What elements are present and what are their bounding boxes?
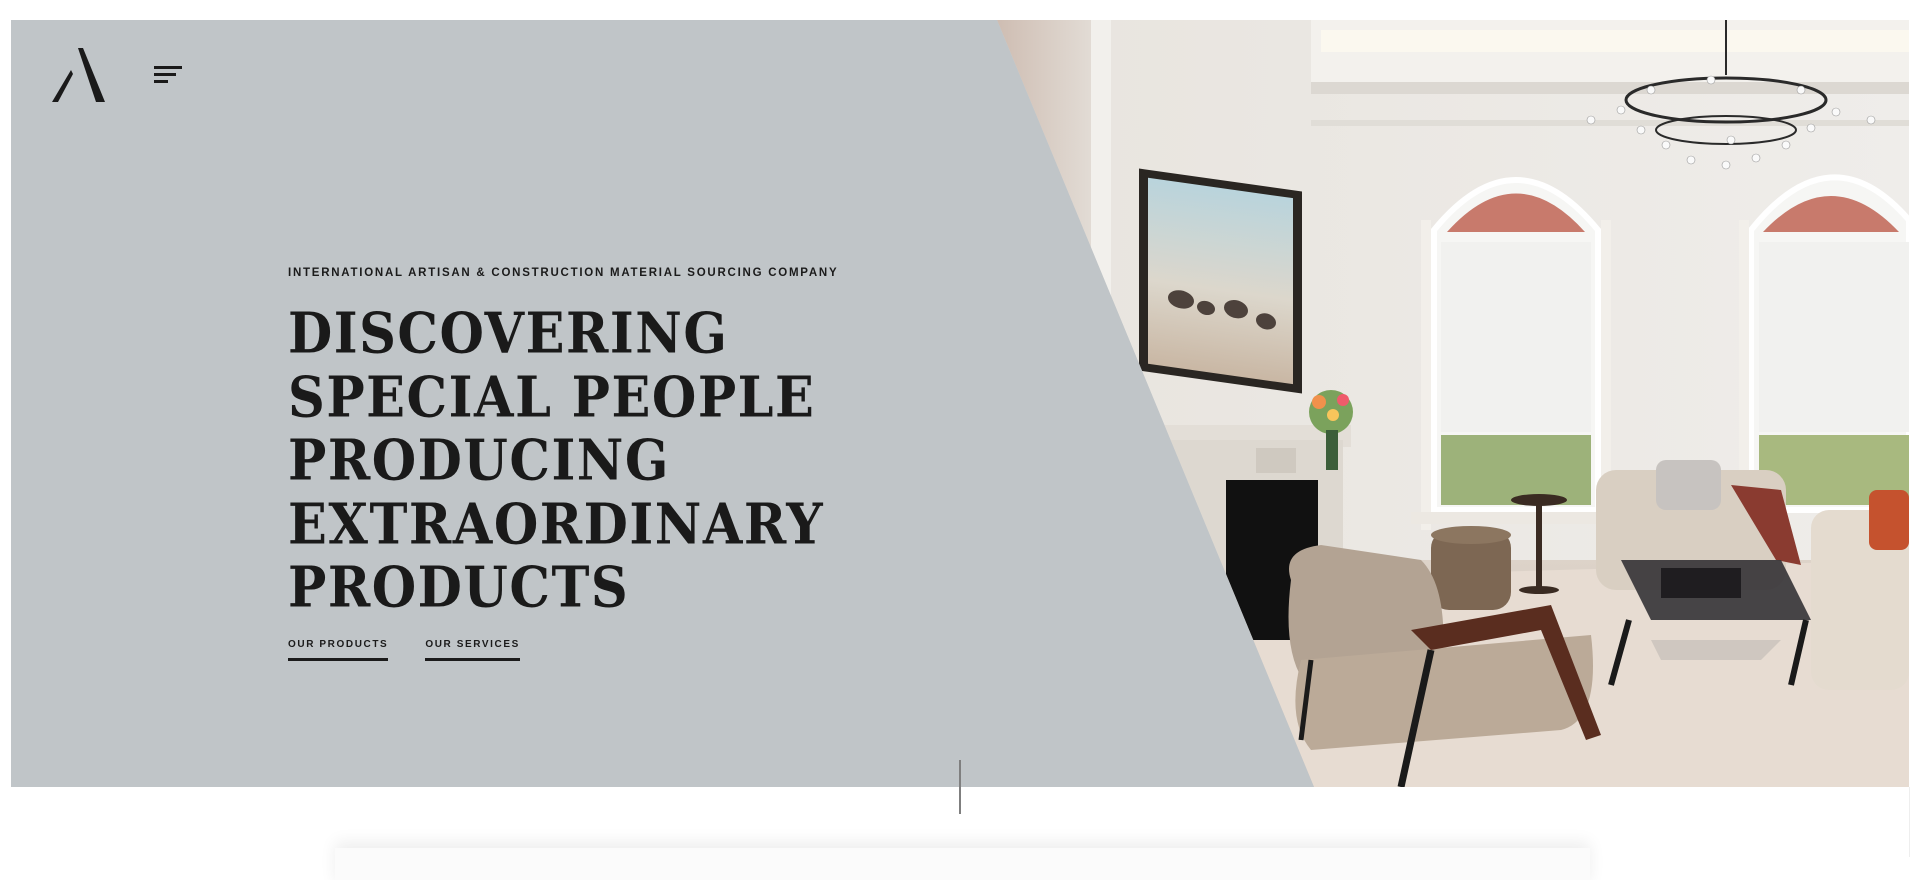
headline-line-3: PRODUCING <box>288 427 670 494</box>
logo-mark <box>52 48 105 102</box>
hero-links: OUR PRODUCTS OUR SERVICES <box>288 639 1008 661</box>
hero-section: INTERNATIONAL ARTISAN & CONSTRUCTION MAT… <box>11 20 1909 787</box>
a-monogram-icon[interactable] <box>47 46 109 104</box>
scroll-indicator-line[interactable] <box>959 760 961 814</box>
our-products-link[interactable]: OUR PRODUCTS <box>288 639 389 661</box>
page: INTERNATIONAL ARTISAN & CONSTRUCTION MAT… <box>0 0 1920 880</box>
headline-line-2: SPECIAL PEOPLE <box>288 364 816 431</box>
our-services-link[interactable]: OUR SERVICES <box>425 639 520 661</box>
hamburger-menu-icon[interactable] <box>151 64 185 90</box>
page-edge-rule <box>1909 787 1910 857</box>
headline-line-1: DISCOVERING <box>288 300 729 367</box>
hero-copy: INTERNATIONAL ARTISAN & CONSTRUCTION MAT… <box>288 267 1008 661</box>
hero-headline: DISCOVERING SPECIAL PEOPLE PRODUCING EXT… <box>288 300 1008 621</box>
hero-eyebrow: INTERNATIONAL ARTISAN & CONSTRUCTION MAT… <box>288 267 839 279</box>
menu-lines <box>154 66 182 83</box>
headline-line-5: PRODUCTS <box>288 554 630 621</box>
next-section-card <box>335 848 1590 880</box>
headline-line-4: EXTRAORDINARY <box>288 491 825 558</box>
